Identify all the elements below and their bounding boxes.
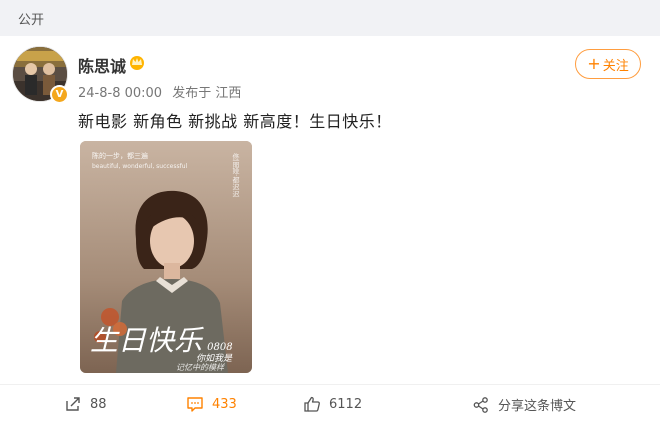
post-card: V 陈思诚 24-8-8 00:00 发布于 江西 + 关注 新电影 新角色 新… [0,36,660,429]
repost-icon [66,397,80,411]
poster-handwriting-2: 记忆中的模样 [176,363,224,372]
follow-label: 关注 [602,58,629,74]
comment-count: 433 [212,396,237,412]
comment-button[interactable]: 433 [186,395,237,413]
poster-top-text: 陈的一步，都三遍 [92,152,148,160]
share-button[interactable]: 分享这条博文 [472,395,576,414]
author-name[interactable]: 陈思诚 [78,53,126,77]
crown-icon [130,56,144,70]
post-image[interactable]: 陈的一步，都三遍 beautiful, wonderful, successfu… [80,141,252,373]
poster-top-english: beautiful, wonderful, successful [92,163,188,170]
action-bar: 88 433 6112 分享这条博文 [0,384,660,429]
repost-count: 88 [90,396,107,412]
plus-icon: + [587,54,601,73]
like-count: 6112 [329,396,363,412]
post-datetime[interactable]: 24-8-8 00:00 [78,86,162,101]
poster-script-main: 生日快乐 [90,324,203,357]
post-source: 发布于 江西 [172,86,242,101]
comment-icon [187,397,203,412]
verified-badge-icon: V [50,85,69,104]
share-icon [473,396,488,413]
post-text: 新电影 新角色 新挑战 新高度！生日快乐！ [78,112,392,131]
follow-button[interactable]: + 关注 [575,49,641,79]
like-button[interactable]: 6112 [303,395,362,413]
visibility-label: 公开 [18,13,45,28]
share-label: 分享这条博文 [498,399,577,414]
repost-button[interactable]: 88 [64,395,107,413]
post-meta: 24-8-8 00:00 发布于 江西 [78,82,247,101]
thumbs-up-icon [304,396,320,412]
poster-vertical-text: 佟丽娅·都迟迟 [232,153,240,198]
visibility-bar: 公开 [0,0,660,36]
